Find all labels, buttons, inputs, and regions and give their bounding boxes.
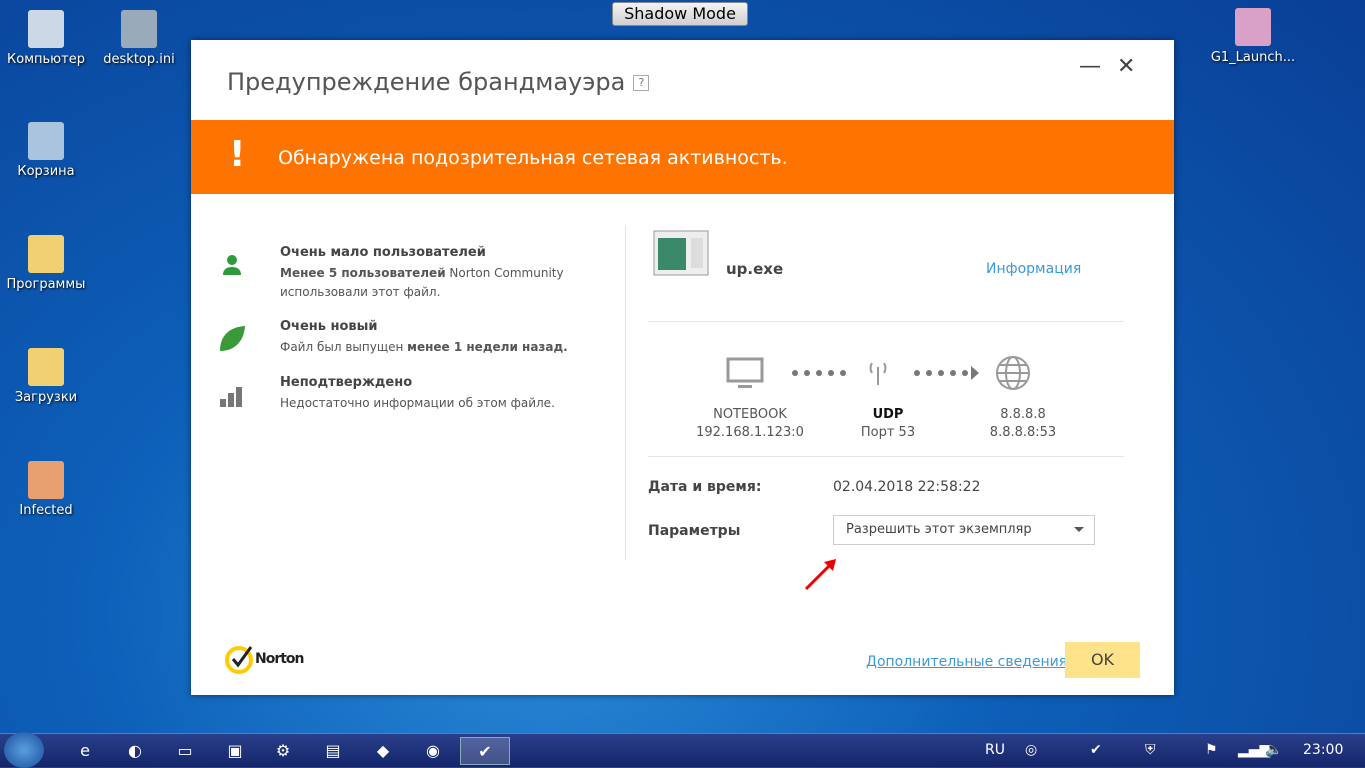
tray-app-icon[interactable]: ◎ bbox=[1025, 742, 1037, 758]
bold-text: Менее 5 пользователей bbox=[280, 266, 446, 280]
ie-icon[interactable]: e bbox=[60, 737, 110, 765]
chrome-icon[interactable]: ◉ bbox=[408, 737, 458, 765]
connection-diagram bbox=[726, 356, 1030, 390]
chevron-down-icon bbox=[1074, 527, 1084, 537]
title-text: Предупреждение брандмауэра bbox=[227, 68, 626, 96]
node-name: 8.8.8.8 bbox=[1000, 407, 1046, 422]
icon-label: Компьютер bbox=[7, 52, 85, 67]
item-description: Недостаточно информации об этом файле. bbox=[280, 396, 555, 410]
divider bbox=[648, 321, 1124, 322]
warning-icon: ! bbox=[229, 134, 246, 175]
alert-banner: ! Обнаружена подозрительная сетевая акти… bbox=[191, 120, 1174, 194]
globe-icon bbox=[996, 356, 1030, 390]
dots bbox=[792, 370, 846, 376]
user-icon bbox=[223, 255, 241, 275]
item-heading: Неподтверждено bbox=[280, 375, 413, 390]
desktop-icon-downloads[interactable]: Загрузки bbox=[1, 348, 91, 405]
taskbar: e ◐ ▭ ▣ ⚙ ▤ ◆ ◉ ✔ RU ◎ ✔ ⛨ ⚑ ▂▄▆ 🔈 23:00 bbox=[0, 732, 1365, 768]
source-node: NOTEBOOK 192.168.1.123:0 bbox=[680, 406, 820, 442]
volume-icon[interactable]: 🔈 bbox=[1265, 742, 1282, 758]
language-indicator[interactable]: RU bbox=[985, 742, 1005, 758]
norton-check-icon bbox=[225, 646, 253, 674]
flag-icon[interactable]: ⚑ bbox=[1205, 742, 1218, 758]
desktop-icon-g1-launcher[interactable]: G1_Launch... bbox=[1208, 8, 1298, 65]
application-icon bbox=[653, 230, 709, 276]
text: Norton Community bbox=[445, 266, 564, 280]
protocol-name: UDP bbox=[872, 407, 904, 422]
minimize-button[interactable]: — bbox=[1079, 54, 1101, 79]
gear-icon[interactable]: ⚙ bbox=[258, 737, 308, 765]
alert-text: Обнаружена подозрительная сетевая активн… bbox=[278, 147, 788, 169]
desktop-icon-infected[interactable]: Infected bbox=[1, 461, 91, 518]
clock[interactable]: 23:00 bbox=[1303, 742, 1343, 758]
shield-check-icon[interactable]: ✔ bbox=[1090, 742, 1102, 758]
explorer-icon[interactable]: ▭ bbox=[160, 737, 210, 765]
help-button[interactable]: ? bbox=[633, 75, 650, 91]
item-description: Менее 5 пользователей Norton Community ис… bbox=[280, 264, 564, 302]
node-address: 192.168.1.123:0 bbox=[696, 425, 804, 440]
divider bbox=[648, 456, 1124, 457]
selected-value: Разрешить этот экземпляр bbox=[846, 522, 1032, 537]
icon-label: desktop.ini bbox=[103, 52, 175, 67]
firewall-warning-dialog: Предупреждение брандмауэра? — ✕ ! Обнару… bbox=[191, 40, 1174, 695]
protocol-port: Порт 53 bbox=[860, 425, 916, 440]
bold-text: менее 1 недели назад. bbox=[407, 340, 568, 354]
icon-label: Программы bbox=[6, 277, 86, 292]
divider bbox=[625, 225, 626, 560]
taskbar-app-icon[interactable]: ▤ bbox=[308, 737, 358, 765]
item-description: Файл был выпущен менее 1 недели назад. bbox=[280, 338, 568, 357]
item-heading: Очень новый bbox=[280, 319, 378, 334]
icon-label: Корзина bbox=[17, 164, 75, 179]
start-button[interactable] bbox=[4, 732, 44, 768]
node-name: NOTEBOOK bbox=[713, 407, 787, 422]
desktop-icon-programs[interactable]: Программы bbox=[1, 235, 91, 292]
destination-node: 8.8.8.8 8.8.8.8:53 bbox=[953, 406, 1093, 442]
icon-label: Infected bbox=[19, 503, 73, 518]
desktop-icon-computer[interactable]: Компьютер bbox=[1, 10, 91, 67]
params-dropdown[interactable]: Разрешить этот экземпляр bbox=[833, 515, 1095, 545]
icon-label: G1_Launch... bbox=[1210, 50, 1296, 65]
antenna-icon bbox=[869, 362, 887, 385]
more-details-link[interactable]: Дополнительные сведения bbox=[866, 654, 1067, 670]
shadow-mode-label: Shadow Mode bbox=[612, 2, 748, 26]
signal-bars-icon bbox=[220, 387, 242, 407]
ok-button[interactable]: OK bbox=[1065, 642, 1140, 678]
text: Файл был выпущен bbox=[280, 340, 408, 354]
node-address: 8.8.8.8:53 bbox=[989, 425, 1057, 440]
datetime-label: Дата и время: bbox=[648, 479, 762, 495]
icon-label: Загрузки bbox=[14, 390, 78, 405]
desktop-icon-recycle-bin[interactable]: Корзина bbox=[1, 122, 91, 179]
monitor-icon bbox=[726, 357, 764, 388]
item-heading: Очень мало пользователей bbox=[280, 245, 486, 260]
leaf-icon bbox=[220, 326, 245, 351]
norton-logo: Norton bbox=[225, 643, 305, 675]
protocol-node: UDP Порт 53 bbox=[818, 406, 958, 442]
info-link[interactable]: Информация bbox=[986, 261, 1081, 277]
taskbar-app-icon[interactable]: ◆ bbox=[358, 737, 408, 765]
taskbar-app-icon[interactable]: ▣ bbox=[210, 737, 260, 765]
desktop-icon-desktop-ini[interactable]: desktop.ini bbox=[94, 10, 184, 67]
params-label: Параметры bbox=[648, 523, 741, 539]
dialog-title: Предупреждение брандмауэра? bbox=[227, 68, 650, 96]
taskbar-app-icon[interactable]: ◐ bbox=[110, 737, 160, 765]
datetime-value: 02.04.2018 22:58:22 bbox=[833, 479, 981, 495]
norton-taskbar-icon[interactable]: ✔ bbox=[460, 737, 510, 765]
arrow-dots bbox=[914, 366, 979, 380]
shield-icon[interactable]: ⛨ bbox=[1145, 742, 1156, 758]
red-arrow-annotation bbox=[804, 559, 836, 591]
close-button[interactable]: ✕ bbox=[1117, 54, 1135, 79]
text: использовали этот файл. bbox=[280, 285, 441, 299]
file-name: up.exe bbox=[726, 260, 784, 278]
